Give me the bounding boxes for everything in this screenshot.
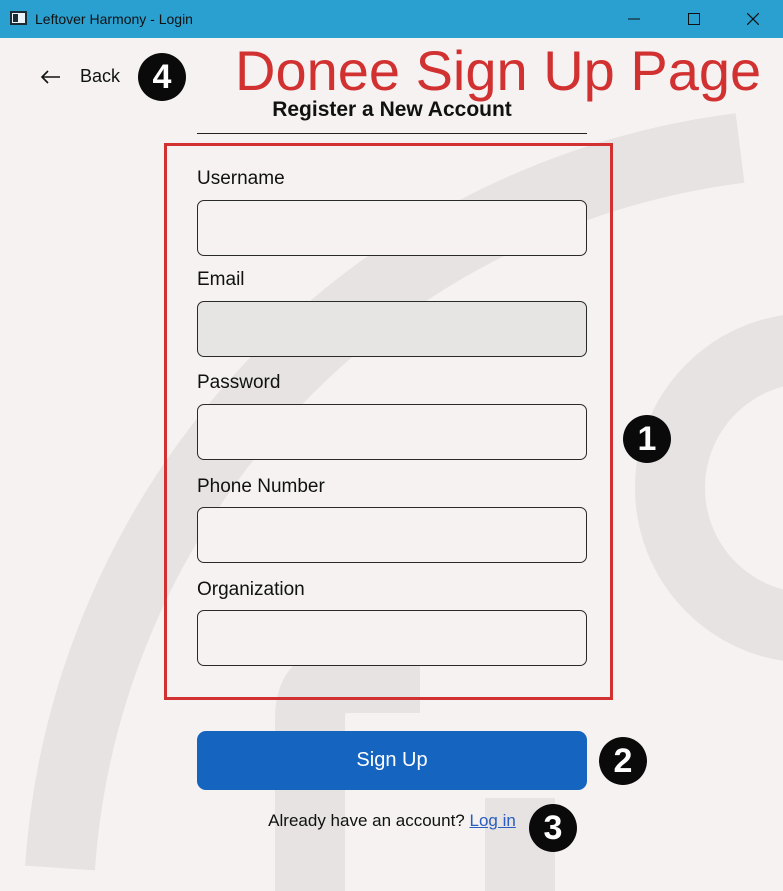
maximize-icon[interactable] bbox=[665, 0, 723, 38]
password-label: Password bbox=[197, 372, 281, 393]
form-heading: Register a New Account bbox=[272, 98, 512, 121]
annotation-badge-2: 2 bbox=[599, 737, 647, 785]
email-field[interactable] bbox=[197, 301, 587, 357]
annotation-badge-1: 1 bbox=[623, 415, 671, 463]
password-field[interactable] bbox=[197, 404, 587, 460]
annotation-title: Donee Sign Up Page bbox=[235, 39, 762, 102]
login-prompt-line: Already have an account? Log in bbox=[197, 811, 587, 831]
log-in-link[interactable]: Log in bbox=[470, 811, 516, 830]
organization-label: Organization bbox=[197, 579, 305, 600]
arrow-left-icon bbox=[40, 69, 60, 84]
organization-field[interactable] bbox=[197, 610, 587, 666]
email-label: Email bbox=[197, 269, 245, 290]
username-label: Username bbox=[197, 168, 285, 189]
back-label: Back bbox=[80, 66, 121, 86]
login-prompt-text: Already have an account? bbox=[268, 811, 465, 830]
heading-divider bbox=[197, 133, 587, 134]
username-field[interactable] bbox=[197, 200, 587, 256]
app-icon bbox=[10, 11, 27, 25]
window-titlebar: Leftover Harmony - Login bbox=[0, 0, 783, 38]
phone-number-label: Phone Number bbox=[197, 476, 325, 497]
close-icon[interactable] bbox=[724, 0, 782, 38]
sign-up-button[interactable]: Sign Up bbox=[197, 731, 587, 790]
phone-number-field[interactable] bbox=[197, 507, 587, 563]
annotation-badge-4: 4 bbox=[138, 53, 186, 101]
minimize-icon[interactable] bbox=[605, 0, 663, 38]
window-title: Leftover Harmony - Login bbox=[35, 11, 193, 27]
back-button[interactable]: Back bbox=[40, 66, 120, 87]
